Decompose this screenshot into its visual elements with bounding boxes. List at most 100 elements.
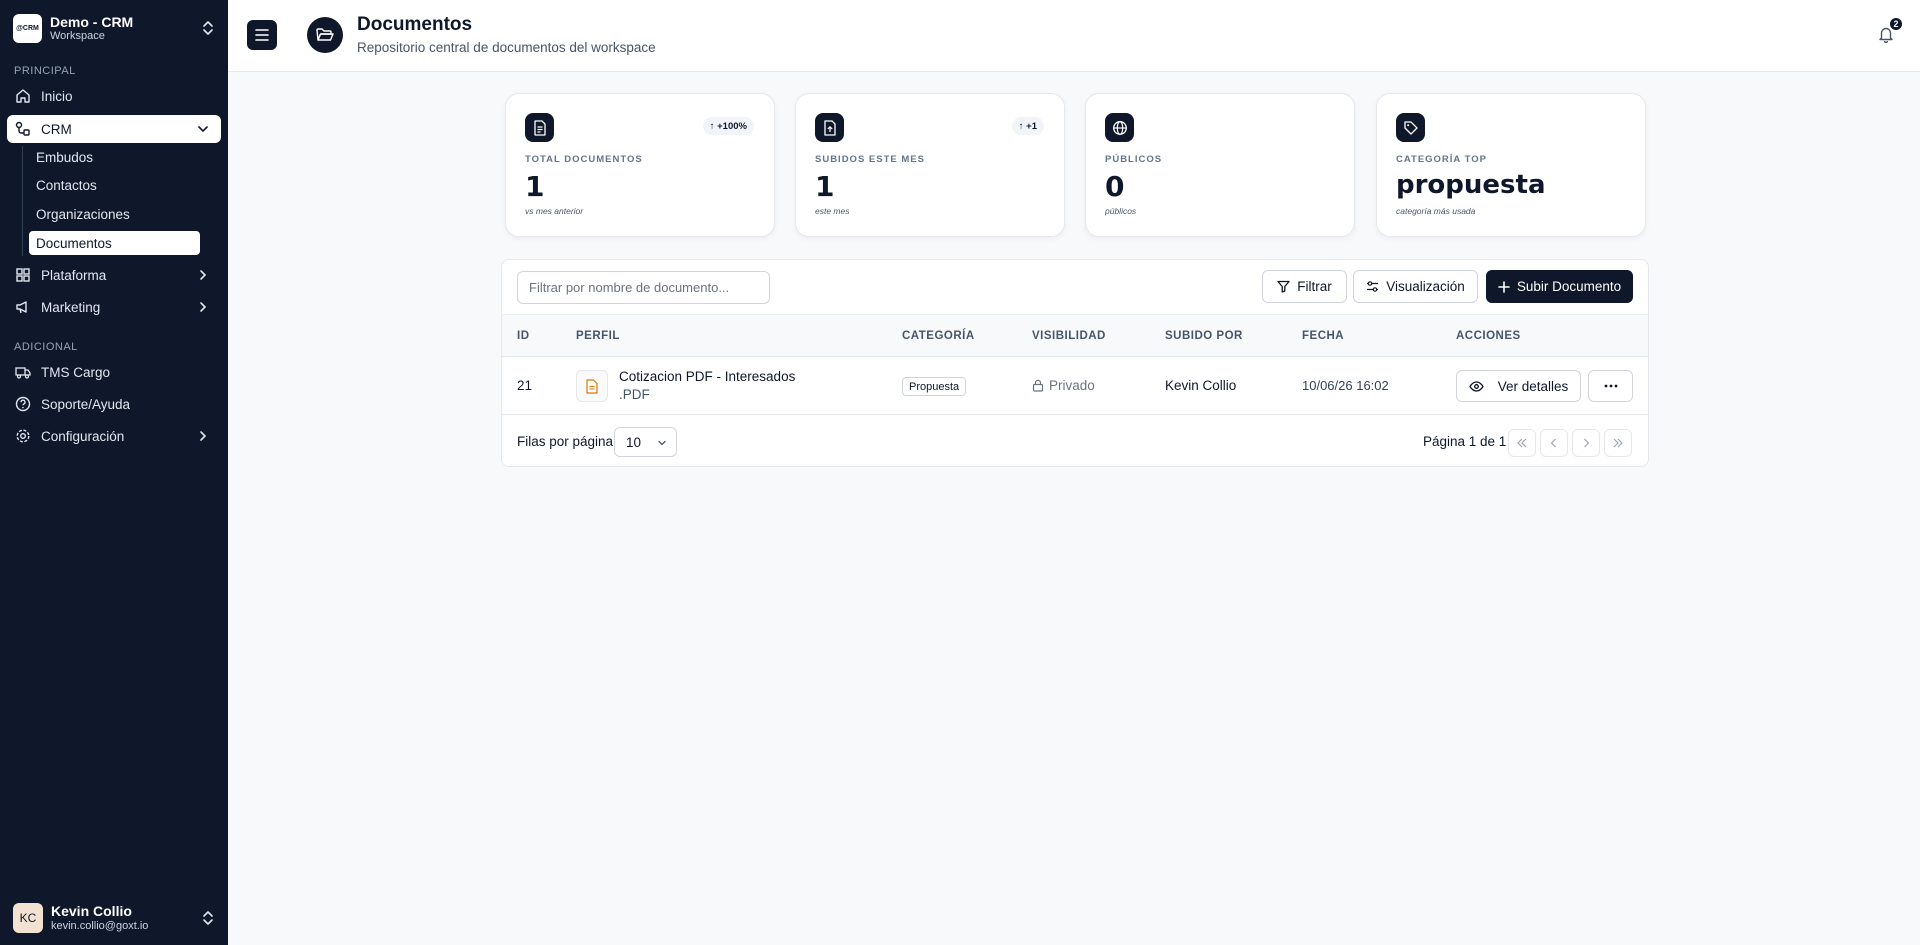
table-row[interactable]: 21 Cotizacion PDF - Interesados .PDF Pro… [502, 357, 1648, 415]
chevron-right-icon [200, 270, 207, 280]
notification-count-badge: 2 [1888, 16, 1904, 32]
stat-value: 0 [1105, 170, 1125, 203]
page-info: Página 1 de 1 [1423, 434, 1507, 449]
column-header-categoria[interactable]: CATEGORÍA [902, 330, 975, 342]
upload-document-button[interactable]: Subir Documento [1486, 270, 1633, 303]
pdf-file-icon [576, 370, 608, 402]
sidebar-item-plataforma[interactable]: Plataforma [7, 261, 221, 289]
menu-icon [255, 29, 269, 41]
sidebar-item-label: CRM [41, 121, 72, 137]
rows-per-page-select[interactable]: 10 [614, 427, 677, 457]
view-options-button[interactable]: Visualización [1353, 270, 1478, 303]
trend-badge: ↑ +1 [1011, 117, 1044, 135]
sidebar-item-configuracion[interactable]: Configuración [7, 422, 221, 450]
visibility-label: Privado [1049, 378, 1095, 393]
column-header-perfil[interactable]: PERFIL [576, 330, 620, 342]
stat-card-subidos-mes: ↑ +1 SUBIDOS ESTE MES 1 este mes [795, 93, 1065, 237]
stat-card-categoria-top: CATEGORÍA TOP propuesta categoría más us… [1376, 93, 1646, 237]
megaphone-icon [15, 299, 31, 315]
help-icon [15, 396, 31, 412]
chevrons-up-down-icon [203, 21, 213, 35]
chevrons-left-icon [1517, 438, 1527, 448]
user-email: kevin.collio@goxt.io [51, 920, 149, 932]
column-header-acciones: ACCIONES [1456, 330, 1521, 342]
chevron-down-icon [198, 126, 208, 133]
plus-icon [1498, 280, 1510, 293]
section-label-principal: PRINCIPAL [14, 65, 76, 77]
file-upload-icon [815, 113, 844, 142]
stat-label: CATEGORÍA TOP [1396, 154, 1487, 165]
column-header-id[interactable]: ID [517, 330, 530, 342]
toggle-sidebar-button[interactable] [247, 20, 277, 50]
column-header-fecha[interactable]: FECHA [1302, 330, 1344, 342]
sidebar-item-crm[interactable]: CRM [7, 115, 221, 143]
sidebar-subitem-organizaciones[interactable]: Organizaciones [29, 202, 200, 226]
workspace-switcher[interactable]: @CRM Demo - CRM Workspace [13, 13, 215, 43]
documents-table-panel: Filtrar Visualización Subir Documento ID… [501, 259, 1649, 467]
stat-card-total-documentos: ↑ +100% TOTAL DOCUMENTOS 1 vs mes anteri… [505, 93, 775, 237]
crm-icon [15, 121, 31, 137]
document-name[interactable]: Cotizacion PDF - Interesados [619, 369, 795, 384]
filter-button[interactable]: Filtrar [1262, 270, 1347, 303]
stat-note: públicos [1105, 206, 1137, 216]
table-header: ID PERFIL CATEGORÍA VISIBILIDAD SUBIDO P… [502, 314, 1648, 357]
column-header-visibilidad[interactable]: VISIBILIDAD [1032, 330, 1106, 342]
sidebar-item-marketing[interactable]: Marketing [7, 293, 221, 321]
next-page-button[interactable] [1572, 429, 1600, 457]
sidebar-item-soporte[interactable]: Soporte/Ayuda [7, 390, 221, 418]
stat-value: 1 [815, 170, 835, 203]
rows-per-page-label: Filas por página [517, 434, 614, 449]
chevron-right-icon [200, 431, 207, 441]
sidebar-subitem-embudos[interactable]: Embudos [29, 145, 200, 169]
first-page-button[interactable] [1508, 429, 1536, 457]
globe-icon [1105, 113, 1134, 142]
page-subtitle: Repositorio central de documentos del wo… [357, 40, 656, 55]
more-actions-button[interactable] [1588, 370, 1633, 402]
workspace-subtitle: Workspace [50, 29, 105, 42]
workspace-name: Demo - CRM [50, 13, 134, 30]
home-icon [15, 88, 31, 104]
sidebar-item-inicio[interactable]: Inicio [7, 82, 221, 110]
eye-icon [1468, 380, 1484, 392]
search-input[interactable] [517, 271, 770, 304]
chevron-right-icon [200, 302, 207, 312]
section-label-adicional: ADICIONAL [14, 341, 78, 353]
stat-value: 1 [525, 170, 545, 203]
uploaded-by: Kevin Collio [1165, 378, 1237, 393]
avatar: KC [13, 903, 43, 933]
row-id: 21 [517, 378, 533, 393]
sidebar-subitem-contactos[interactable]: Contactos [29, 173, 200, 197]
user-menu[interactable]: KC Kevin Collio kevin.collio@goxt.io [13, 902, 215, 934]
sidebar-item-label: Plataforma [41, 267, 107, 283]
chevrons-right-icon [1613, 438, 1623, 448]
previous-page-button[interactable] [1540, 429, 1568, 457]
stat-label: PÚBLICOS [1105, 154, 1163, 165]
view-options-label: Visualización [1386, 279, 1465, 294]
folder-open-icon [307, 17, 343, 53]
sidebar-subitem-documentos[interactable]: Documentos [29, 231, 200, 255]
column-header-subido-por[interactable]: SUBIDO POR [1165, 330, 1243, 342]
page-title: Documentos [357, 14, 473, 35]
last-page-button[interactable] [1604, 429, 1632, 457]
sidebar-item-label: Inicio [41, 88, 73, 104]
chevron-right-icon [1584, 438, 1590, 448]
view-details-button[interactable]: Ver detalles [1456, 370, 1581, 402]
category-badge: Propuesta [902, 377, 967, 396]
lock-icon [1032, 379, 1044, 392]
sliders-icon [1366, 280, 1379, 293]
ellipsis-icon [1604, 384, 1617, 388]
document-extension: .PDF [619, 387, 650, 402]
sidebar-item-tms-cargo[interactable]: TMS Cargo [7, 358, 221, 386]
stat-note: categoría más usada [1396, 206, 1476, 216]
user-name: Kevin Collio [51, 903, 132, 919]
tag-icon [1396, 113, 1425, 142]
view-details-label: Ver detalles [1497, 378, 1569, 394]
stat-card-publicos: PÚBLICOS 0 públicos [1085, 93, 1355, 237]
chevron-left-icon [1550, 438, 1556, 448]
upload-document-label: Subir Documento [1516, 279, 1622, 294]
grid-icon [15, 267, 31, 283]
stat-label: SUBIDOS ESTE MES [815, 154, 925, 165]
workspace-logo: @CRM [13, 13, 42, 43]
filter-button-label: Filtrar [1297, 279, 1332, 294]
visibility-status: Privado [1032, 378, 1095, 393]
